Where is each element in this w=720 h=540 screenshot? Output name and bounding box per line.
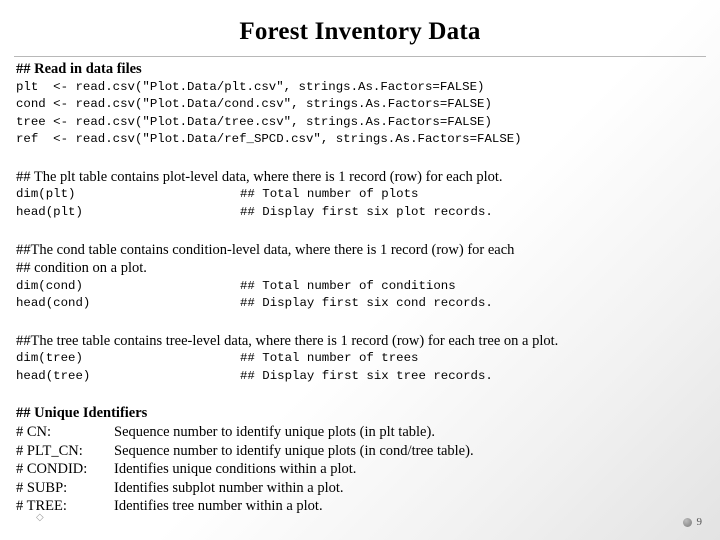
code-row-dim-plt: dim(plt) ## Total number of plots (16, 186, 708, 204)
code-comment-dim-tree: ## Total number of trees (240, 351, 419, 366)
code-line-plt: plt <- read.csv("Plot.Data/plt.csv", str… (16, 79, 485, 94)
page-number-label: 9 (696, 516, 703, 528)
identifier-row-tree: # TREE: Identifies tree number within a … (16, 497, 708, 516)
slide: Forest Inventory Data ## Read in data fi… (0, 0, 720, 540)
code-line-tree: tree <- read.csv("Plot.Data/tree.csv", s… (16, 114, 492, 129)
section-heading-cond-2: ## condition on a plot. (16, 260, 147, 277)
code-comment-head-plt: ## Display first six plot records. (240, 204, 493, 219)
title-divider (14, 56, 706, 57)
code-row-dim-tree: dim(tree) ## Total number of trees (16, 350, 708, 368)
corner-mark-icon: ◇ (36, 512, 44, 523)
identifier-desc-tree: Identifies tree number within a plot. (114, 498, 323, 515)
code-row-dim-cond: dim(cond) ## Total number of conditions (16, 278, 708, 296)
code-cmd-dim-plt: dim(plt) (16, 187, 76, 202)
code-comment-dim-cond: ## Total number of conditions (240, 278, 456, 293)
code-cmd-dim-cond: dim(cond) (16, 278, 83, 293)
identifier-desc-condid: Identifies unique conditions within a pl… (114, 461, 357, 478)
code-line-cond: cond <- read.csv("Plot.Data/cond.csv", s… (16, 97, 492, 112)
identifier-desc-plt-cn: Sequence number to identify unique plots… (114, 442, 474, 459)
identifier-row-plt-cn: # PLT_CN: Sequence number to identify un… (16, 442, 708, 461)
section-heading-read-files: ## Read in data files (16, 61, 142, 77)
code-cmd-head-tree: head(tree) (16, 368, 91, 383)
page-number-badge: 9 (682, 516, 703, 528)
identifier-desc-cn: Sequence number to identify unique plots… (114, 423, 435, 440)
identifier-name-tree: # TREE: (16, 498, 67, 515)
identifier-desc-subp: Identifies subplot number within a plot. (114, 479, 344, 496)
identifier-name-plt-cn: # PLT_CN: (16, 442, 83, 459)
section-heading-cond: ##The cond table contains condition-leve… (16, 241, 515, 258)
code-row-head-cond: head(cond) ## Display first six cond rec… (16, 295, 708, 313)
section-heading-identifiers: ## Unique Identifiers (16, 405, 148, 422)
slide-body: ## Read in data files plt <- read.csv("P… (16, 60, 708, 516)
identifier-name-cn: # CN: (16, 423, 52, 440)
identifier-row-cn: # CN: Sequence number to identify unique… (16, 423, 708, 442)
code-comment-dim-plt: ## Total number of plots (240, 187, 419, 202)
code-row-head-tree: head(tree) ## Display first six tree rec… (16, 368, 708, 386)
code-cmd-head-plt: head(plt) (16, 204, 83, 219)
code-cmd-head-cond: head(cond) (16, 296, 91, 311)
code-cmd-dim-tree: dim(tree) (16, 351, 83, 366)
section-heading-tree: ##The tree table contains tree-level dat… (16, 332, 559, 349)
code-row-head-plt: head(plt) ## Display first six plot reco… (16, 204, 708, 222)
code-line-ref: ref <- read.csv("Plot.Data/ref_SPCD.csv"… (16, 132, 522, 147)
identifier-row-condid: # CONDID: Identifies unique conditions w… (16, 460, 708, 479)
page-title: Forest Inventory Data (239, 18, 481, 45)
identifier-name-condid: # CONDID: (16, 461, 88, 478)
code-comment-head-tree: ## Display first six tree records. (240, 368, 493, 383)
section-heading-plt: ## The plt table contains plot-level dat… (16, 168, 503, 185)
code-comment-head-cond: ## Display first six cond records. (240, 296, 493, 311)
identifier-row-subp: # SUBP: Identifies subplot number within… (16, 479, 708, 498)
identifier-name-subp: # SUBP: (16, 479, 68, 496)
bullet-dot-icon (682, 517, 692, 527)
